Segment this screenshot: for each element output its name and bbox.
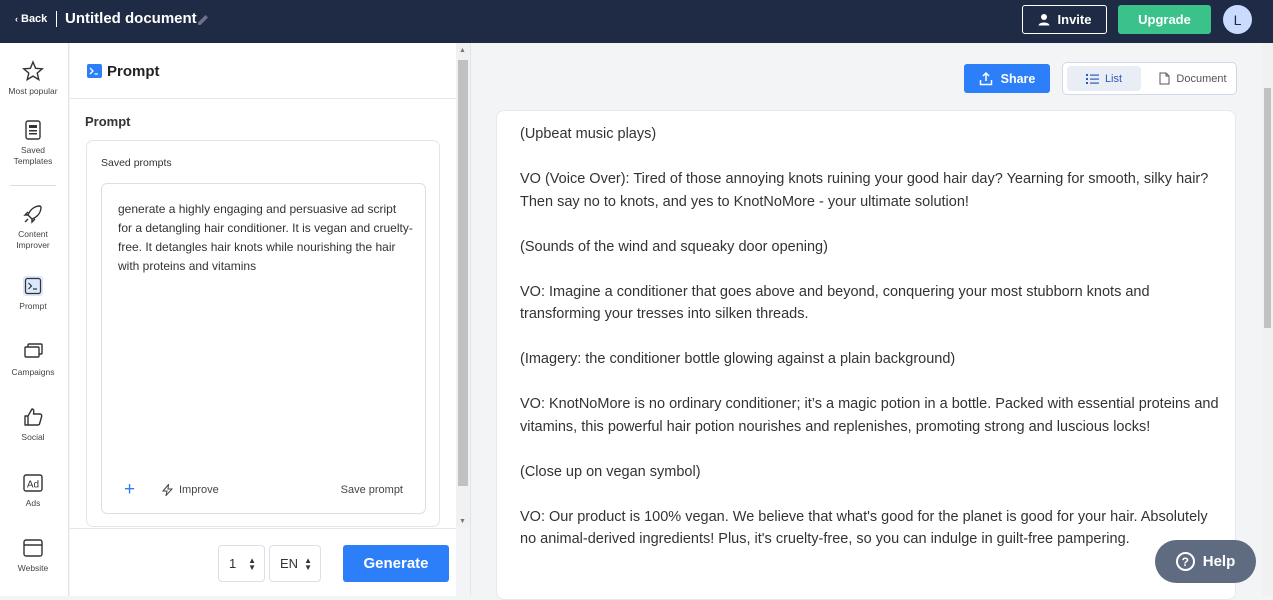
section-label: Prompt (85, 114, 131, 129)
output-paragraph: (Upbeat music plays) (520, 126, 657, 142)
improve-label: Improve (179, 484, 219, 496)
updown-icon: ▲ ▼ (248, 555, 256, 572)
output-paragraph: (Sounds of the wind and squeaky door ope… (520, 238, 828, 255)
output-paragraph: VO: Imagine a conditioner that goes abov… (520, 283, 1150, 323)
document-view-button[interactable]: Document (1153, 66, 1233, 91)
back-label: Back (21, 13, 48, 25)
question-icon: ? (1175, 552, 1195, 571)
output-paragraph: (Close up on vegan symbol) (520, 463, 701, 480)
svg-text:Ad: Ad (27, 480, 39, 491)
share-icon (979, 71, 992, 85)
rail-item-label: Prompt (19, 301, 47, 311)
scroll-up-icon[interactable]: ▲ (459, 47, 466, 54)
save-prompt-button[interactable]: Save prompt (341, 484, 403, 496)
rail-item-ads[interactable]: Ad Ads (0, 472, 66, 509)
rail-item-social[interactable]: Social (0, 406, 66, 443)
language-value: EN (280, 556, 299, 571)
list-icon (1085, 73, 1099, 84)
share-button[interactable]: Share (964, 64, 1050, 93)
website-icon (23, 539, 43, 557)
count-select[interactable]: 1 ▲ ▼ (218, 545, 265, 582)
document-icon (1159, 72, 1170, 85)
back-button[interactable]: ‹ Back (15, 13, 47, 25)
rail-item-label: Saved Templates (13, 145, 53, 166)
prompt-textarea[interactable]: generate a highly engaging and persuasiv… (101, 183, 426, 514)
rail-item-label: Content Improver (16, 229, 50, 250)
avatar[interactable]: L (1223, 5, 1252, 34)
rail-item-label: Social (21, 432, 45, 442)
terminal-icon (87, 64, 102, 78)
star-icon (22, 60, 44, 82)
terminal-icon (23, 276, 43, 296)
help-button[interactable]: ? Help (1155, 540, 1256, 583)
chevron-left-icon: ‹ (15, 14, 18, 24)
invite-label: Invite (1057, 12, 1092, 27)
saved-templates-icon (25, 120, 41, 140)
document-label: Document (1176, 72, 1227, 85)
pencil-icon[interactable] (197, 13, 210, 26)
scrollbar-thumb[interactable] (1264, 88, 1271, 328)
rail-item-label: Most popular (8, 86, 58, 96)
language-select[interactable]: EN ▲ ▼ (269, 545, 321, 582)
ad-icon: Ad (23, 474, 43, 492)
upgrade-button[interactable]: Upgrade (1118, 5, 1211, 34)
output-paragraph: VO: Our product is 100% vegan. We believ… (520, 508, 1208, 548)
output-paragraph: VO: KnotNoMore is no ordinary conditione… (520, 396, 1219, 435)
output-paragraph: VO (Voice Over): Tired of those annoying… (520, 171, 1209, 210)
rail-item-saved-templates[interactable]: Saved Templates (0, 119, 66, 167)
count-value: 1 (229, 556, 237, 571)
left-rail: Most popular Saved Templates Content Imp… (0, 43, 69, 596)
page-scrollbar[interactable] (1262, 43, 1273, 596)
list-label: List (1104, 72, 1123, 85)
panel-scrollbar[interactable]: ▲ ▼ (456, 43, 470, 527)
saved-prompts-label[interactable]: Saved prompts (101, 157, 172, 169)
thumbs-up-icon (24, 408, 43, 426)
rocket-icon (23, 205, 42, 224)
share-label: Share (1000, 71, 1036, 86)
saved-prompts-card: Saved prompts generate a highly engaging… (86, 140, 440, 527)
scrollbar-thumb[interactable] (458, 60, 468, 486)
separator (56, 11, 57, 27)
rail-item-label: Website (17, 563, 49, 573)
rail-item-label: Ads (25, 498, 41, 508)
rail-divider (10, 185, 56, 186)
user-add-icon (1038, 14, 1050, 26)
add-prompt-button[interactable]: + (124, 480, 135, 499)
generate-button[interactable]: Generate (343, 545, 449, 582)
view-toggle: List Document (1062, 62, 1237, 95)
pane-divider (470, 43, 471, 596)
list-view-button[interactable]: List (1067, 66, 1141, 91)
rail-item-campaigns[interactable]: Campaigns (0, 341, 66, 378)
document-title[interactable]: Untitled document (65, 10, 197, 27)
rail-item-website[interactable]: Website (0, 537, 66, 574)
top-bar: ‹ Back Untitled document Invite Upgrade L (0, 0, 1273, 43)
rail-item-most-popular[interactable]: Most popular (0, 60, 66, 97)
output-text[interactable]: (Upbeat music plays) VO (Voice Over): Ti… (520, 123, 1220, 573)
help-label: Help (1202, 553, 1236, 570)
rail-item-prompt[interactable]: Prompt (0, 275, 66, 312)
updown-icon: ▲ ▼ (304, 555, 312, 572)
lightning-icon (162, 484, 173, 496)
panel-header: Prompt (70, 43, 456, 99)
prompt-panel: Prompt Prompt Saved prompts generate a h… (70, 43, 456, 596)
panel-title: Prompt (107, 63, 160, 80)
prompt-text[interactable]: generate a highly engaging and persuasiv… (118, 200, 413, 276)
invite-button[interactable]: Invite (1022, 5, 1107, 34)
improve-button[interactable]: Improve (162, 484, 219, 496)
scroll-down-icon[interactable]: ▼ (459, 518, 466, 525)
campaigns-icon (24, 343, 43, 358)
rail-item-content-improver[interactable]: Content Improver (0, 203, 66, 251)
output-paragraph: (Imagery: the conditioner bottle glowing… (520, 351, 956, 367)
rail-item-label: Campaigns (11, 367, 55, 377)
output-card: (Upbeat music plays) VO (Voice Over): Ti… (496, 110, 1236, 600)
panel-footer: 1 ▲ ▼ EN ▲ ▼ Generate (70, 528, 456, 596)
